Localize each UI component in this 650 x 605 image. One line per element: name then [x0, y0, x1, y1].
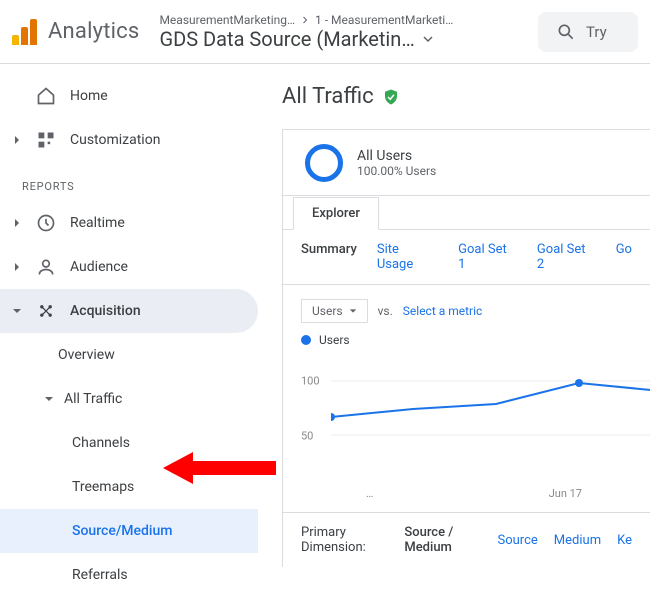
chart-controls: Users vs. Select a metric [283, 285, 650, 329]
metric-tab-summary[interactable]: Summary [301, 242, 357, 272]
caret-right-icon [12, 218, 22, 228]
dashboard-icon [36, 130, 56, 150]
trend-chart [331, 355, 650, 485]
page-title: All Traffic [282, 84, 650, 109]
primary-dimension-row: Primary Dimension: Source / Medium Sourc… [283, 513, 650, 567]
caret-down-icon [44, 394, 54, 404]
content: All Traffic All Users 100.00% Users Expl… [258, 64, 650, 605]
segment-row[interactable]: All Users 100.00% Users [283, 130, 650, 196]
acquisition-icon [36, 301, 56, 321]
legend-users: Users [319, 333, 350, 347]
breadcrumb-property[interactable]: 1 - MeasurementMarketi… [315, 13, 453, 27]
sidebar-item-treemaps[interactable]: Treemaps [0, 465, 258, 509]
analytics-logo-icon [12, 19, 38, 45]
metric-tab-goal-set-1[interactable]: Goal Set 1 [458, 242, 517, 272]
dimension-source[interactable]: Source [498, 533, 538, 548]
caret-down-icon [12, 306, 22, 316]
sidebar-item-acquisition[interactable]: Acquisition [0, 289, 258, 333]
clock-icon [36, 213, 56, 233]
caret-down-icon[interactable] [423, 34, 433, 44]
sidebar-item-google-ads[interactable]: Google Ads [0, 597, 258, 605]
metric-tab-goal-set-2[interactable]: Goal Set 2 [537, 242, 596, 272]
sidebar: Home Customization REPORTS Realtime Audi… [0, 64, 258, 605]
x-tick-jun17: Jun 17 [549, 487, 582, 500]
search-placeholder: Try [586, 23, 607, 41]
verified-shield-icon [382, 88, 400, 106]
dimension-source-medium[interactable]: Source / Medium [404, 525, 481, 555]
sidebar-item-realtime[interactable]: Realtime [0, 201, 258, 245]
metric-dropdown[interactable]: Users [301, 299, 368, 323]
logo[interactable]: Analytics [12, 19, 139, 45]
legend: Users [283, 329, 650, 351]
sidebar-item-channels[interactable]: Channels [0, 421, 258, 465]
y-tick-100: 100 [301, 375, 320, 388]
caret-right-icon [12, 262, 22, 272]
metric-tabs: Summary Site Usage Goal Set 1 Goal Set 2… [283, 230, 650, 285]
chart-area[interactable]: 100 50 [301, 355, 650, 485]
primary-dimension-label: Primary Dimension: [301, 525, 388, 555]
x-tick-start: … [366, 487, 373, 500]
sidebar-item-audience[interactable]: Audience [0, 245, 258, 289]
sidebar-item-all-traffic[interactable]: All Traffic [0, 377, 258, 421]
home-icon [36, 86, 56, 106]
select-metric-link[interactable]: Select a metric [403, 304, 483, 318]
chevron-right-icon [299, 14, 311, 26]
reports-section-label: REPORTS [0, 162, 258, 201]
view-title[interactable]: GDS Data Source (Marketin… [159, 27, 414, 51]
tab-explorer[interactable]: Explorer [293, 197, 379, 230]
segment-name: All Users [357, 148, 436, 164]
x-axis: … Jun 17 [283, 485, 650, 513]
sidebar-item-home[interactable]: Home [0, 74, 258, 118]
report-panel: All Users 100.00% Users Explorer Summary… [282, 129, 650, 567]
sidebar-item-overview[interactable]: Overview [0, 333, 258, 377]
dimension-keyword[interactable]: Ke [617, 533, 632, 548]
dimension-medium[interactable]: Medium [554, 533, 601, 548]
metric-tab-site-usage[interactable]: Site Usage [377, 242, 438, 272]
caret-right-icon [12, 135, 22, 145]
logo-text: Analytics [48, 19, 139, 44]
segment-circle-icon [305, 144, 343, 182]
breadcrumb[interactable]: MeasurementMarketing… 1 - MeasurementMar… [159, 13, 528, 51]
person-icon [36, 257, 56, 277]
caret-down-icon [349, 307, 357, 315]
vs-label: vs. [378, 304, 393, 318]
breadcrumb-account[interactable]: MeasurementMarketing… [159, 13, 295, 27]
sidebar-item-referrals[interactable]: Referrals [0, 553, 258, 597]
search-icon [556, 22, 576, 42]
search-input[interactable]: Try [538, 12, 638, 52]
metric-tab-more[interactable]: Go [616, 242, 632, 272]
topbar: Analytics MeasurementMarketing… 1 - Meas… [0, 0, 650, 64]
y-tick-50: 50 [301, 429, 313, 442]
segment-subtext: 100.00% Users [357, 164, 436, 178]
sidebar-item-source-medium[interactable]: Source/Medium [0, 509, 258, 553]
legend-dot-icon [301, 335, 311, 345]
sidebar-item-customization[interactable]: Customization [0, 118, 258, 162]
